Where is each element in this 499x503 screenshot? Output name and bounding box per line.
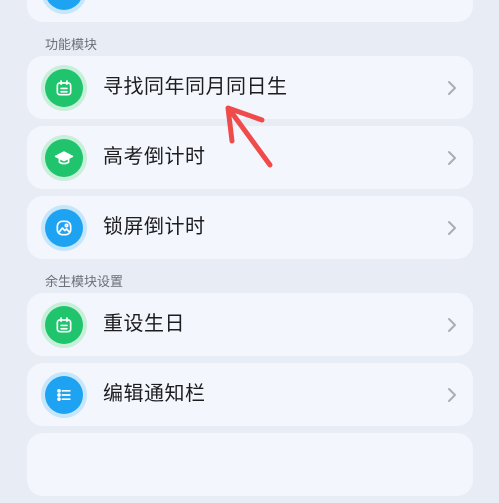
list-item-label: 高考倒计时	[103, 146, 206, 168]
list-item-lockscreen-countdown[interactable]: 锁屏倒计时	[27, 196, 473, 259]
list-item-partial-bottom[interactable]	[27, 433, 473, 496]
settings-list: 功能模块 寻找同年同月同日生 高考倒计时 锁屏倒计时 余生模块设置 重设生日 编…	[0, 0, 499, 503]
section-title-life-settings: 余生模块设置	[45, 274, 124, 289]
settings-screen: { "top_partial_item": {"icon": "partial-…	[0, 0, 499, 496]
graduation-cap-icon	[45, 138, 83, 177]
chevron-right-icon	[447, 220, 457, 236]
list-item-reset-birthday[interactable]: 重设生日	[27, 293, 473, 356]
list-item-exam-countdown[interactable]: 高考倒计时	[27, 126, 473, 189]
partial-blue-icon	[45, 0, 83, 10]
list-item-label: 寻找同年同月同日生	[103, 76, 288, 98]
list-item-partial-top[interactable]	[27, 0, 473, 22]
section-title-features: 功能模块	[45, 37, 98, 52]
chevron-right-icon	[447, 150, 457, 166]
list-icon	[45, 375, 83, 414]
calendar-icon	[45, 305, 83, 344]
calendar-icon	[45, 68, 83, 107]
chevron-right-icon	[447, 387, 457, 403]
chevron-right-icon	[447, 317, 457, 333]
list-item-label: 重设生日	[103, 313, 185, 335]
chevron-right-icon	[447, 80, 457, 96]
list-item-label: 锁屏倒计时	[103, 216, 206, 238]
list-item-label: 编辑通知栏	[103, 383, 206, 405]
list-item-find-same-birthday[interactable]: 寻找同年同月同日生	[27, 56, 473, 119]
list-item-edit-notification-bar[interactable]: 编辑通知栏	[27, 363, 473, 426]
image-icon	[45, 208, 83, 247]
